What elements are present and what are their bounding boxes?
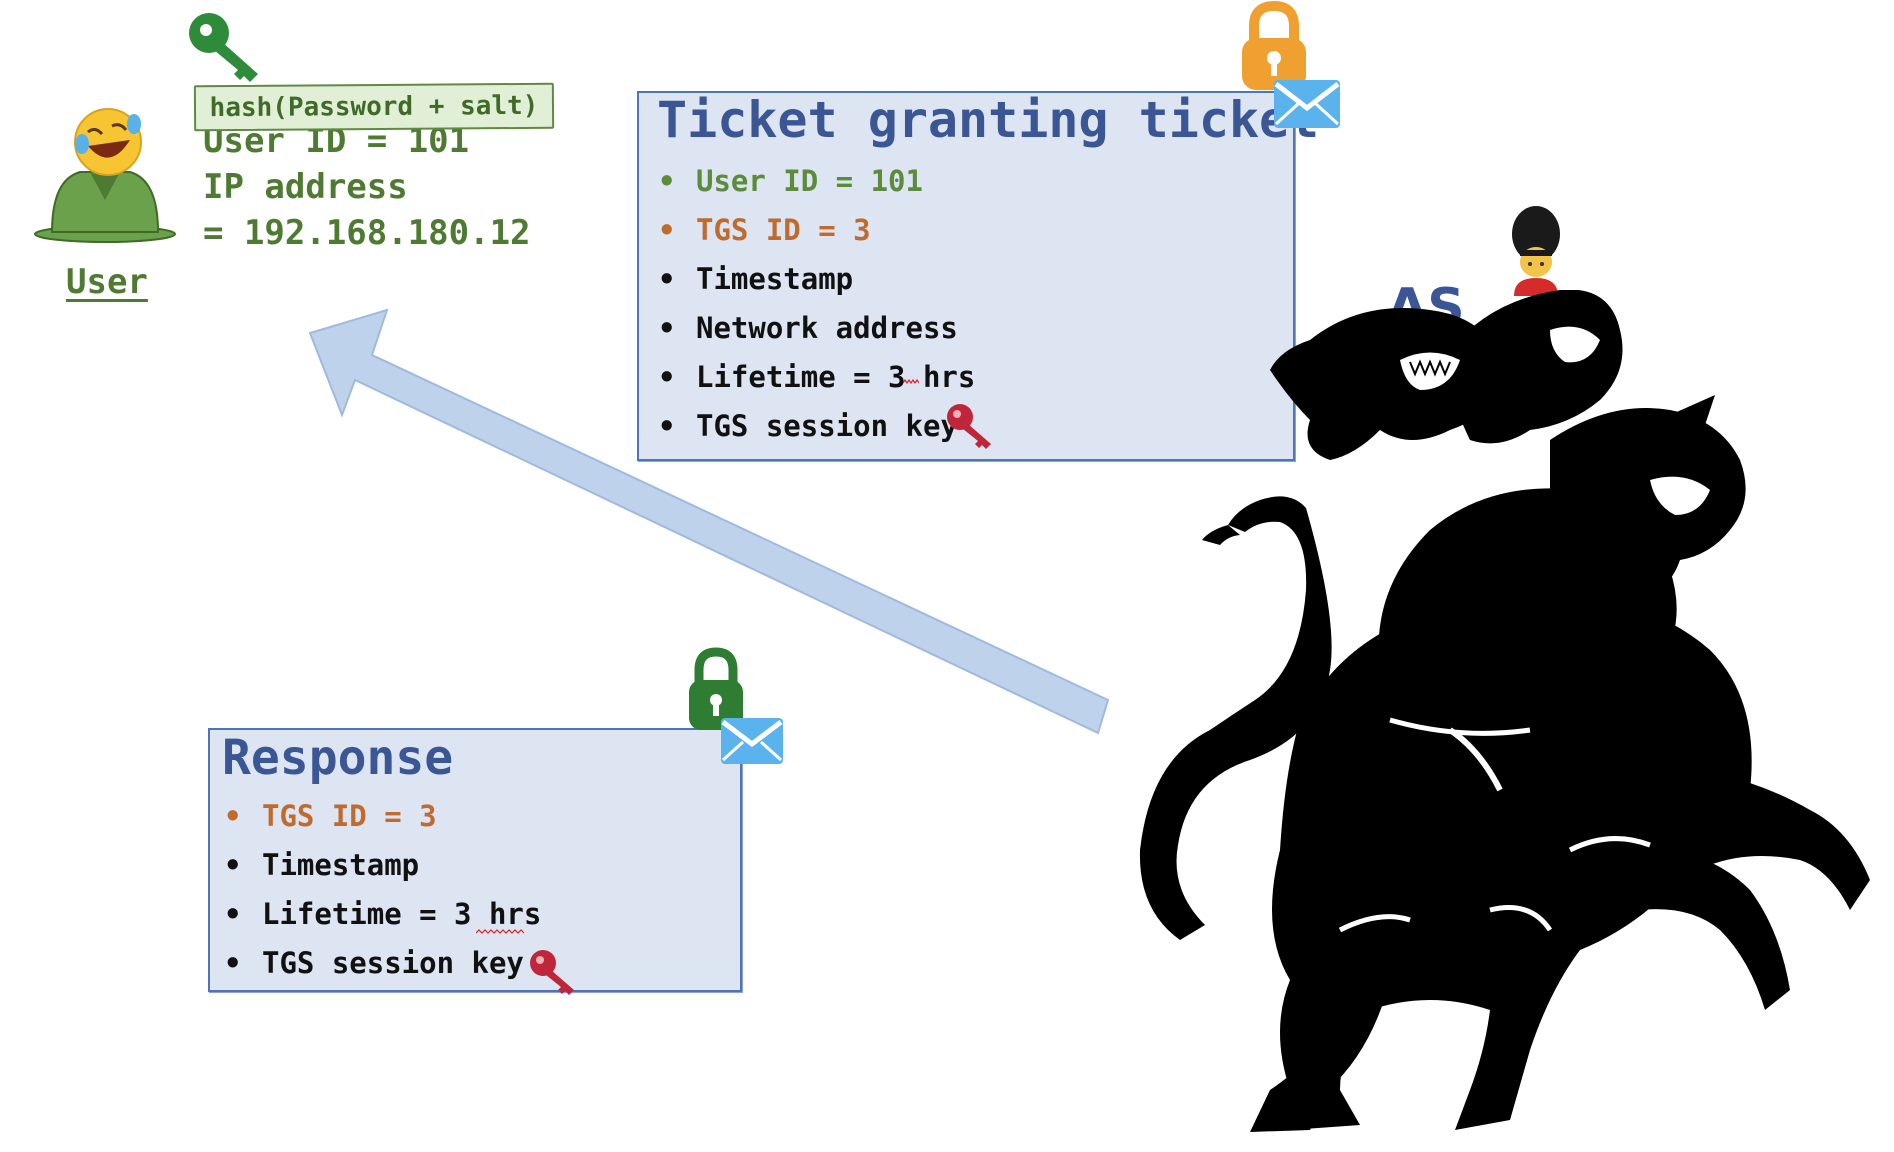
key-icon (189, 13, 258, 82)
spell-squiggle (476, 929, 525, 934)
tgt-item-lifetime: Lifetime = 3 hrs (658, 353, 975, 402)
session-key-icon (530, 950, 574, 995)
tgt-item-tgs-id: TGS ID = 3 (658, 206, 975, 255)
guard-icon (1512, 206, 1560, 296)
response-item-tgs-id: TGS ID = 3 (224, 792, 541, 841)
ip-address-line: IP address (203, 167, 408, 207)
cerberus-illustration (1139, 290, 1870, 1132)
response-title: Response (222, 730, 454, 786)
tgt-item-session-key: TGS session key (658, 402, 975, 451)
session-key-icon (947, 404, 991, 449)
tgt-item-network-address: Network address (658, 304, 975, 353)
user-label: User (66, 262, 148, 302)
tgt-item-timestamp: Timestamp (658, 255, 975, 304)
response-card: Response TGS ID = 3 Timestamp Lifetime =… (208, 728, 742, 992)
ip-value-line: = 192.168.180.12 (203, 213, 531, 253)
response-item-session-key: TGS session key (224, 939, 541, 988)
response-list: TGS ID = 3 Timestamp Lifetime = 3 hrs TG… (224, 792, 541, 988)
emoji-face-icon (74, 108, 142, 176)
envelope-icon (721, 718, 783, 764)
spell-squiggle (903, 379, 919, 385)
hash-label: hash(Password + salt) (193, 82, 555, 132)
tgt-item-user-id: User ID = 101 (658, 157, 975, 206)
envelope-icon (1274, 80, 1340, 128)
tgt-title: Ticket granting ticket (657, 91, 1320, 149)
response-item-timestamp: Timestamp (224, 841, 541, 890)
tgt-list: User ID = 101 TGS ID = 3 Timestamp Netwo… (658, 157, 975, 451)
user-info: User ID = 101 IP address = 192.168.180.1… (203, 118, 531, 256)
